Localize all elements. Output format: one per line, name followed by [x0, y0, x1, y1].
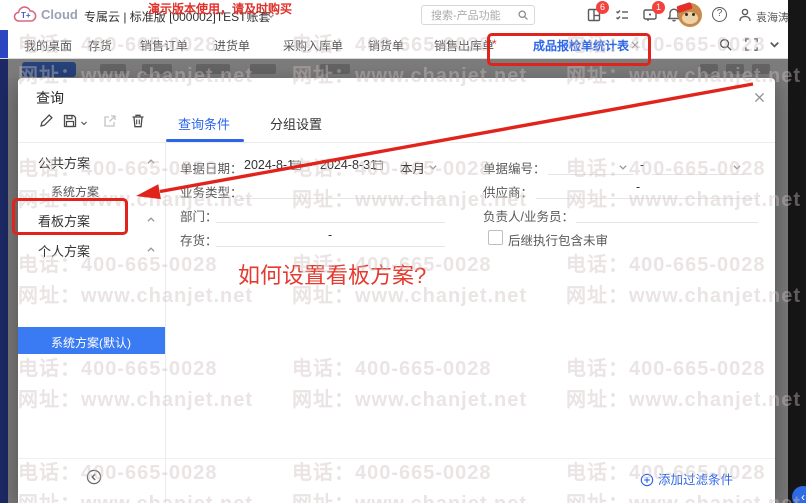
edit-scheme-icon[interactable] — [38, 113, 54, 129]
search-icon[interactable] — [517, 9, 529, 21]
brand-text: Cloud — [41, 7, 78, 22]
tab-sales-out[interactable]: 销售出库单 — [434, 37, 494, 54]
search-input[interactable] — [429, 7, 519, 25]
help-icon[interactable]: ? — [712, 7, 727, 22]
save-chevron-down-icon[interactable] — [80, 119, 88, 127]
inventory-label: 存货： — [180, 234, 218, 248]
dialog-title: 查询 — [36, 90, 64, 106]
demo-version-notice: 演示版本使用，请及时购买 — [148, 2, 293, 16]
date-preset-select[interactable]: 本月 — [400, 158, 425, 177]
supplier-value[interactable]: - — [636, 180, 640, 194]
calendar-icon[interactable] — [290, 159, 302, 171]
add-filter-button[interactable]: 添加过滤条件 — [640, 469, 733, 488]
supplier-field[interactable] — [536, 198, 758, 199]
date-label: 单据日期： — [180, 162, 243, 176]
docno-from-field[interactable] — [548, 174, 633, 175]
scheme-item-system-default-selected[interactable]: 系统方案(默认) — [18, 327, 165, 354]
dept-label: 部门： — [180, 210, 218, 224]
query-dialog: 查询 查询条件 分组设置 公共方案 系统方案 看板方案 个人方案 系统方案(默认… — [18, 78, 775, 503]
tplus-cloud-logo-icon[interactable]: T+ — [12, 5, 38, 25]
mascot-avatar[interactable] — [676, 1, 702, 27]
followup-checkbox[interactable] — [488, 230, 503, 245]
chevron-up-icon[interactable] — [146, 215, 156, 225]
followup-label: 后继执行包含未审 — [508, 234, 609, 248]
tab-sales-order[interactable]: 销售订单 — [140, 37, 188, 54]
docno-separator: - — [640, 158, 645, 172]
right-black-strip — [788, 0, 806, 503]
inventory-field[interactable] — [216, 246, 445, 247]
person-label: 负责人/业务员： — [483, 210, 574, 224]
chevron-down-icon[interactable] — [428, 162, 438, 172]
share-scheme-icon — [102, 113, 118, 129]
plus-circle-icon — [640, 473, 654, 487]
biztype-label: 业务类型： — [180, 186, 243, 200]
svg-text:T+: T+ — [21, 11, 31, 20]
supplier-label: 供应商： — [483, 186, 534, 200]
tutorial-question-text: 如何设置看板方案? — [238, 263, 427, 288]
date-to-value[interactable]: 2024-8-31 — [320, 158, 377, 172]
tabs-chevron-down-icon[interactable] — [767, 37, 782, 52]
tab-sales-note[interactable]: 销货单 — [368, 37, 404, 54]
date-range-separator: - — [308, 158, 313, 172]
screen: ‹ T+ Cloud 专属云 | 标准版 [000002]TEST账套 演示版本… — [0, 0, 806, 503]
tab-my-desktop[interactable]: 我的桌面 — [24, 37, 72, 54]
task-count-badge: 6 — [596, 1, 609, 14]
scheme-panel: 公共方案 系统方案 看板方案 个人方案 系统方案(默认) — [18, 143, 166, 503]
chevron-up-icon[interactable] — [146, 157, 156, 167]
user-icon[interactable] — [737, 7, 753, 23]
global-search[interactable] — [421, 5, 535, 25]
dialog-close-icon[interactable] — [753, 91, 766, 104]
biztype-field[interactable] — [240, 198, 445, 199]
date-from-value[interactable]: 2024-8-1 — [244, 158, 294, 172]
docno-to-field[interactable] — [652, 174, 744, 175]
highlight-box-active-tab — [487, 33, 651, 66]
top-bar: T+ Cloud 专属云 | 标准版 [000002]TEST账套 演示版本使用… — [0, 0, 789, 31]
dept-field[interactable] — [216, 222, 445, 223]
group-personal-schemes[interactable]: 个人方案 — [38, 241, 90, 260]
calendar-icon[interactable] — [372, 159, 384, 171]
collapse-panel-icon[interactable] — [86, 469, 102, 485]
tab-purchase[interactable]: 进货单 — [214, 37, 250, 54]
tab-purchase-in[interactable]: 采购入库单 — [283, 37, 343, 54]
highlight-box-kanban-scheme — [12, 198, 128, 235]
notification-count-badge: 1 — [652, 1, 665, 14]
chevron-down-icon[interactable] — [732, 162, 742, 172]
group-public-schemes[interactable]: 公共方案 — [38, 153, 90, 172]
delete-scheme-icon[interactable] — [130, 113, 146, 129]
chevron-up-icon[interactable] — [146, 245, 156, 255]
document-tab-bar: 我的桌面 存货 销售订单 进货单 采购入库单 销货单 销售出库单 * 成品报检单… — [0, 30, 788, 87]
save-scheme-icon[interactable] — [62, 113, 78, 129]
todo-checklist-icon[interactable] — [614, 7, 630, 23]
tab-query-conditions[interactable]: 查询条件 — [178, 114, 230, 133]
chevron-down-icon[interactable] — [618, 162, 628, 172]
username-text[interactable]: 袁海涛 — [756, 9, 789, 25]
collapse-right-button[interactable]: ‹ — [792, 486, 806, 503]
docno-label: 单据编号： — [483, 162, 546, 176]
fullscreen-icon[interactable] — [744, 37, 759, 52]
person-field[interactable] — [576, 222, 758, 223]
inventory-value[interactable]: - — [328, 228, 332, 242]
tab-search-icon[interactable] — [718, 37, 733, 52]
left-nav-strip-top — [0, 30, 8, 58]
dialog-bottom-bar: 添加过滤条件 — [18, 458, 775, 503]
tab-group-settings[interactable]: 分组设置 — [270, 114, 322, 133]
tab-inventory[interactable]: 存货 — [88, 37, 112, 54]
